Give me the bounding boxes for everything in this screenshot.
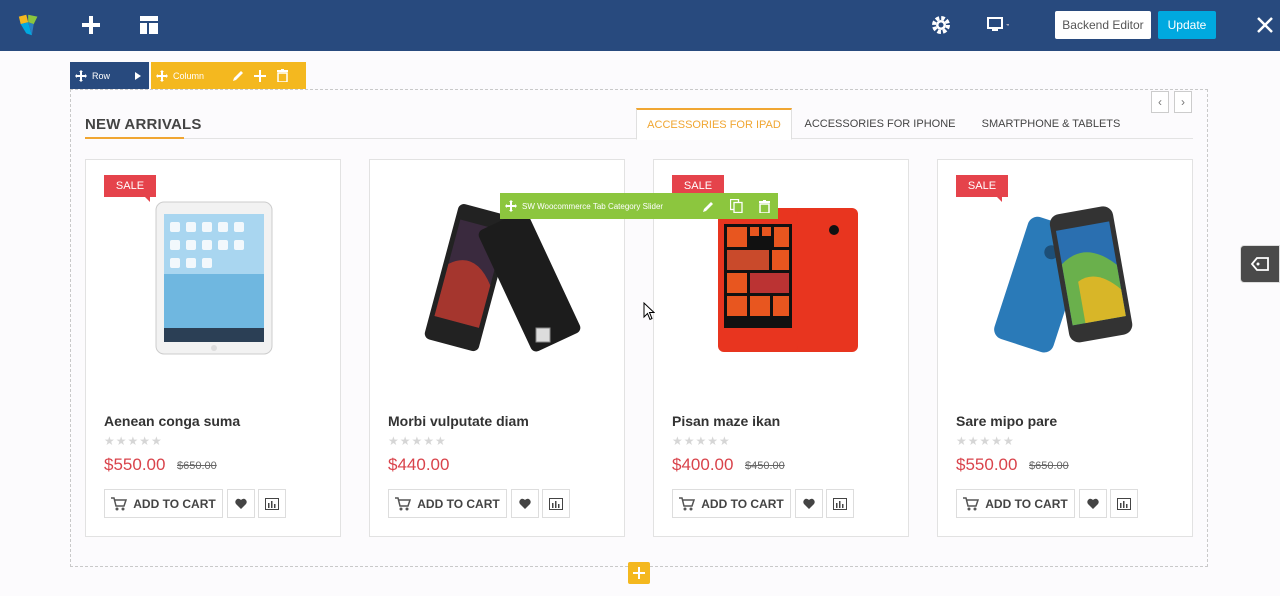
rating-stars: ★★★★★ xyxy=(388,434,447,448)
wishlist-button[interactable] xyxy=(795,489,823,518)
product-card[interactable]: SALE Aenean conga suma ★★★★★ $550.00 $65… xyxy=(85,159,341,537)
wishlist-button[interactable] xyxy=(1079,489,1107,518)
sale-badge: SALE xyxy=(104,175,156,202)
heart-icon xyxy=(235,498,247,509)
row-label[interactable]: Row xyxy=(92,71,127,81)
delete-column-icon[interactable] xyxy=(271,62,293,89)
old-price: $650.00 xyxy=(177,460,217,472)
add-to-cart-button[interactable]: ADD TO CART xyxy=(104,489,223,518)
column-controls: Column xyxy=(151,62,306,89)
backend-editor-button[interactable]: Backend Editor xyxy=(1055,11,1151,39)
move-element-icon[interactable] xyxy=(500,193,522,219)
add-element-icon[interactable] xyxy=(78,12,104,38)
prev-arrow-button[interactable]: ‹ xyxy=(1151,91,1169,113)
tab-accessories-iphone[interactable]: ACCESSORIES FOR IPHONE xyxy=(800,108,960,140)
edit-element-icon[interactable] xyxy=(694,193,722,219)
plus-icon xyxy=(633,567,645,579)
element-label[interactable]: SW Woocommerce Tab Category Slider xyxy=(522,202,694,211)
edit-column-icon[interactable] xyxy=(227,62,249,89)
add-to-cart-label: ADD TO CART xyxy=(985,496,1068,511)
cart-icon xyxy=(679,496,696,510)
close-icon[interactable] xyxy=(1252,12,1278,38)
product-card[interactable]: SALE Sare mipo pare ★★★★★ $550.00 $650.0… xyxy=(937,159,1193,537)
add-to-cart-label: ADD TO CART xyxy=(133,496,216,511)
tag-icon xyxy=(1250,257,1269,271)
product-name[interactable]: Sare mipo pare xyxy=(956,413,1057,429)
clone-element-icon[interactable] xyxy=(722,193,750,219)
product-name[interactable]: Aenean conga suma xyxy=(104,413,240,429)
xperia-phone-image[interactable] xyxy=(400,200,596,360)
product-price: $550.00 xyxy=(104,455,166,474)
compare-icon xyxy=(265,497,279,510)
product-price: $550.00 xyxy=(956,455,1018,474)
compare-button[interactable] xyxy=(258,489,286,518)
move-column-icon[interactable] xyxy=(151,62,173,89)
row-controls: Row xyxy=(70,62,149,89)
column-label[interactable]: Column xyxy=(173,71,223,81)
templates-icon[interactable] xyxy=(136,12,162,38)
next-arrow-button[interactable]: › xyxy=(1174,91,1192,113)
compare-button[interactable] xyxy=(542,489,570,518)
heart-icon xyxy=(803,498,815,509)
title-accent xyxy=(85,137,184,139)
add-to-cart-button[interactable]: ADD TO CART xyxy=(956,489,1075,518)
lumia-phone-image[interactable] xyxy=(684,200,880,360)
element-toolbar: SW Woocommerce Tab Category Slider xyxy=(500,193,778,219)
section-title: NEW ARRIVALS xyxy=(85,116,202,133)
mouse-cursor-icon xyxy=(643,302,655,321)
cart-icon xyxy=(111,496,128,510)
logo-icon[interactable] xyxy=(17,12,43,38)
side-panel-button[interactable] xyxy=(1240,245,1280,283)
tab-smartphone-tablets[interactable]: SMARTPHONE & TABLETS xyxy=(974,108,1128,140)
move-row-icon[interactable] xyxy=(70,62,92,89)
compare-button[interactable] xyxy=(826,489,854,518)
compare-icon xyxy=(549,497,563,510)
old-price: $450.00 xyxy=(745,460,785,472)
ipad-image[interactable] xyxy=(116,200,312,360)
cart-icon xyxy=(963,496,980,510)
settings-icon[interactable] xyxy=(928,12,954,38)
product-name[interactable]: Morbi vulputate diam xyxy=(388,413,529,429)
row-expand-icon[interactable] xyxy=(127,62,149,89)
cart-icon xyxy=(395,496,412,510)
tab-accessories-ipad[interactable]: ACCESSORIES FOR IPAD xyxy=(636,108,792,140)
update-button[interactable]: Update xyxy=(1158,11,1216,39)
wishlist-button[interactable] xyxy=(511,489,539,518)
product-price: $440.00 xyxy=(388,455,450,474)
galaxy-phone-image[interactable] xyxy=(968,200,1164,360)
product-price: $400.00 xyxy=(672,455,734,474)
add-to-cart-label: ADD TO CART xyxy=(701,496,784,511)
old-price: $650.00 xyxy=(1029,460,1069,472)
product-name[interactable]: Pisan maze ikan xyxy=(672,413,780,429)
add-row-button[interactable] xyxy=(628,562,650,584)
sale-badge: SALE xyxy=(956,175,1008,202)
compare-icon xyxy=(833,497,847,510)
compare-button[interactable] xyxy=(1110,489,1138,518)
responsive-icon[interactable] xyxy=(984,12,1010,38)
add-to-cart-label: ADD TO CART xyxy=(417,496,500,511)
add-column-icon[interactable] xyxy=(249,62,271,89)
delete-element-icon[interactable] xyxy=(750,193,778,219)
rating-stars: ★★★★★ xyxy=(104,434,163,448)
wishlist-button[interactable] xyxy=(227,489,255,518)
rating-stars: ★★★★★ xyxy=(672,434,731,448)
editor-topbar: Backend Editor Update xyxy=(0,0,1280,51)
heart-icon xyxy=(1087,498,1099,509)
heart-icon xyxy=(519,498,531,509)
compare-icon xyxy=(1117,497,1131,510)
add-to-cart-button[interactable]: ADD TO CART xyxy=(388,489,507,518)
add-to-cart-button[interactable]: ADD TO CART xyxy=(672,489,791,518)
rating-stars: ★★★★★ xyxy=(956,434,1015,448)
